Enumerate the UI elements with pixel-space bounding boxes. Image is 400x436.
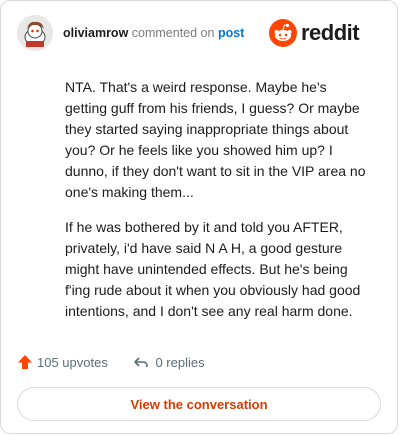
reddit-brand[interactable]: reddit (269, 19, 381, 47)
comment-header: oliviamrow commented on post reddit (17, 15, 381, 51)
comment-meta: oliviamrow commented on post (63, 25, 244, 41)
upvote-arrow-icon (18, 354, 32, 369)
view-conversation-label: View the conversation (130, 396, 268, 412)
view-conversation-button[interactable]: View the conversation (17, 387, 381, 421)
reply-action[interactable]: 0 replies (111, 354, 205, 370)
action-text: commented on (131, 26, 215, 40)
upvote-count: 105 upvotes (37, 354, 108, 370)
reddit-logo-icon (269, 19, 297, 47)
username[interactable]: oliviamrow (63, 26, 128, 40)
comment-card: oliviamrow commented on post reddit NTA.… (0, 0, 398, 434)
reddit-wordmark: reddit (301, 20, 360, 45)
upvote-action[interactable]: 105 upvotes (17, 354, 108, 370)
comment-paragraph: If he was bothered by it and told you AF… (65, 219, 361, 319)
comment-actions: 105 upvotes 0 replies (17, 353, 205, 375)
user-avatar[interactable] (17, 15, 53, 51)
comment-paragraph: NTA. That's a weird response. Maybe he's… (65, 79, 366, 200)
snoo-avatar-icon (17, 15, 53, 51)
reply-arrow-icon (134, 356, 149, 367)
comment-body: NTA. That's a weird response. Maybe he's… (65, 77, 369, 336)
reply-count: 0 replies (155, 354, 205, 370)
post-link[interactable]: post (218, 26, 244, 40)
